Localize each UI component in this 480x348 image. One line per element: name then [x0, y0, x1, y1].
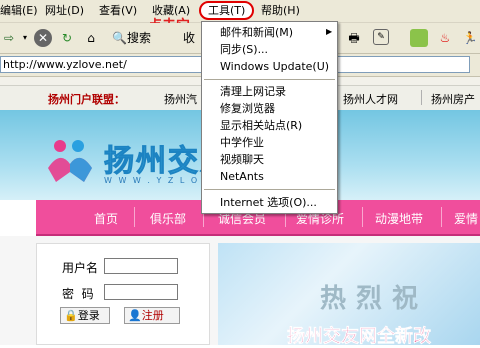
tools-dropdown-menu: 邮件和新闻(M) ▶ 同步(S)... Windows Update(U) 清理…: [201, 21, 338, 214]
dropdown-arrow-icon[interactable]: ▾: [16, 29, 34, 47]
flame-icon[interactable]: ♨: [436, 29, 454, 47]
menu-view[interactable]: 查看(V): [99, 3, 137, 19]
home-icon[interactable]: ⌂: [82, 29, 100, 47]
password-input[interactable]: [104, 284, 178, 300]
menu-item-homework[interactable]: 中学作业: [220, 135, 264, 150]
portal-separator: [421, 90, 422, 105]
username-label: 用户名: [62, 261, 99, 275]
search-button[interactable]: 🔍搜索: [112, 29, 152, 47]
edit-page-icon[interactable]: ✎: [373, 29, 389, 45]
nav-club[interactable]: 俱乐部: [150, 210, 186, 227]
menu-separator: [204, 189, 335, 190]
username-input[interactable]: [104, 258, 178, 274]
nav-home[interactable]: 首页: [94, 210, 118, 227]
menu-item-repair-browser[interactable]: 修复浏览器: [220, 101, 275, 116]
nav-separator: [441, 207, 442, 227]
menu-item-internet-options[interactable]: Internet 选项(O)...: [220, 195, 317, 210]
login-button-label: 登录: [77, 309, 100, 322]
nav-anime[interactable]: 动漫地带: [375, 210, 423, 227]
menu-help[interactable]: 帮助(H): [261, 3, 300, 19]
menu-item-clear-history[interactable]: 清理上网记录: [220, 84, 286, 99]
refresh-icon[interactable]: ↻: [58, 29, 76, 47]
submenu-arrow-icon: ▶: [326, 27, 333, 36]
logo-people-icon: [48, 140, 92, 182]
print-icon[interactable]: 🖶: [345, 29, 363, 47]
stop-icon[interactable]: ✕: [34, 29, 52, 47]
menu-item-netants[interactable]: NetAnts: [220, 169, 264, 184]
nav-separator: [134, 207, 135, 227]
portal-title: 扬州门户联盟：: [48, 93, 125, 106]
menu-item-sync[interactable]: 同步(S)...: [220, 42, 268, 57]
portal-link-house[interactable]: 扬州房产: [431, 91, 475, 107]
portal-link-car[interactable]: 扬州汽: [164, 91, 197, 107]
menu-separator: [204, 79, 335, 80]
menu-bar: 编辑(E) 网址(D) 查看(V) 收藏(A) 工具(T) 帮助(H) 点击它: [0, 0, 480, 34]
menu-item-related-sites[interactable]: 显示相关站点(R): [220, 118, 302, 133]
favorites-button[interactable]: 收: [178, 29, 200, 47]
menu-item-windows-update[interactable]: Windows Update(U): [220, 59, 329, 74]
messenger-icon[interactable]: [410, 29, 428, 47]
password-label: 密 码: [62, 287, 94, 301]
menu-address[interactable]: 网址(D): [45, 3, 84, 19]
menu-item-video-chat[interactable]: 视频聊天: [220, 152, 264, 167]
user-run-icon[interactable]: 🏃: [461, 29, 479, 47]
login-button[interactable]: 🔒登录: [60, 307, 110, 324]
banner-headline: 热烈祝: [320, 284, 429, 314]
menu-edit[interactable]: 编辑(E): [0, 3, 38, 19]
user-icon: 👤: [128, 309, 142, 322]
lock-icon: 🔒: [64, 309, 78, 322]
nav-left-spacer: [0, 200, 36, 236]
register-button-label: 注册: [141, 309, 164, 322]
nav-love[interactable]: 爱情: [454, 210, 478, 227]
search-label: 搜索: [126, 31, 151, 45]
banner-subtitle: 扬州交友网全新改: [287, 326, 432, 348]
nav-separator: [362, 207, 363, 227]
register-button[interactable]: 👤注册: [124, 307, 180, 324]
portal-link-jobs[interactable]: 扬州人才网: [343, 91, 398, 107]
menu-tools[interactable]: 工具(T): [208, 3, 245, 19]
menu-item-mail-news[interactable]: 邮件和新闻(M): [220, 25, 293, 40]
